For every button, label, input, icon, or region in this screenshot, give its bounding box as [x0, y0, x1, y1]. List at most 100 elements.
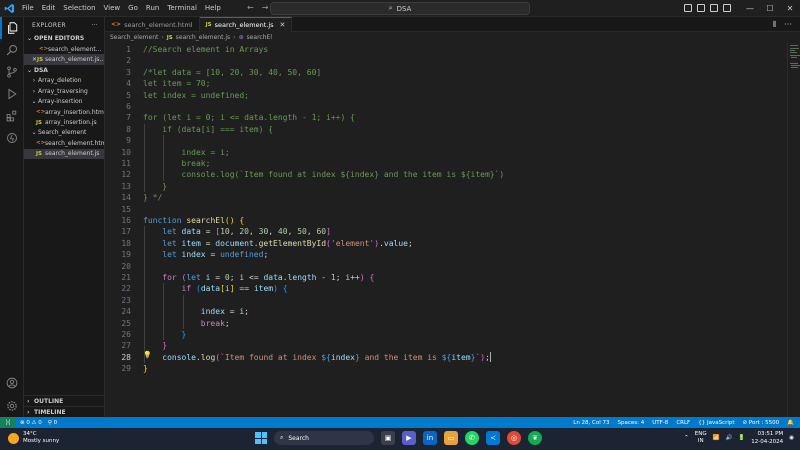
- menu-selection[interactable]: Selection: [59, 0, 99, 17]
- outline-section[interactable]: › OUTLINE: [24, 395, 105, 406]
- language-indicator[interactable]: ENG IN: [695, 431, 707, 445]
- menu-edit[interactable]: Edit: [38, 0, 60, 17]
- chrome-icon[interactable]: ◎: [507, 431, 521, 445]
- back-arrow-icon[interactable]: ←: [247, 3, 254, 12]
- line-number: 25: [121, 318, 131, 328]
- line-ending[interactable]: CRLF: [676, 420, 690, 426]
- tree-folder[interactable]: › Array_traversing: [24, 86, 104, 96]
- whatsapp-icon[interactable]: ✆: [465, 431, 479, 445]
- breadcrumb-file[interactable]: search_element.js: [176, 34, 230, 41]
- language-mode[interactable]: {} JavaScript: [698, 420, 734, 426]
- code-token: document: [215, 238, 254, 248]
- menu-run[interactable]: Run: [142, 0, 163, 17]
- menu-terminal[interactable]: Terminal: [163, 0, 201, 17]
- windows-start-icon[interactable]: [255, 432, 267, 444]
- live-server-port[interactable]: ⊘ Port : 5500: [743, 420, 780, 426]
- toggle-secondary-sidebar-icon[interactable]: [710, 4, 718, 12]
- chevron-up-icon[interactable]: ⌃: [684, 435, 689, 441]
- code-token: 'element': [330, 238, 375, 248]
- tree-file[interactable]: <> search_element.html: [24, 138, 104, 148]
- close-window-icon[interactable]: ✕: [780, 4, 800, 13]
- split-editor-icon[interactable]: ⫴: [773, 20, 776, 30]
- linkedin-icon[interactable]: in: [423, 431, 437, 445]
- tab-search-element-js[interactable]: JS search_element.js ✕: [199, 17, 293, 32]
- battery-icon[interactable]: 🔋: [738, 435, 745, 441]
- more-actions-icon[interactable]: ···: [784, 20, 792, 30]
- close-tab-icon[interactable]: ✕: [280, 21, 286, 29]
- toggle-panel-icon[interactable]: [697, 4, 705, 12]
- task-view-icon[interactable]: ▣: [381, 431, 395, 445]
- chevron-right-icon: ›: [27, 397, 30, 405]
- encoding[interactable]: UTF-8: [652, 420, 668, 426]
- menu-help[interactable]: Help: [201, 0, 225, 17]
- code-line: if (data[i] === item) {: [143, 124, 273, 135]
- project-section[interactable]: ⌄ DSA: [24, 65, 104, 76]
- open-editor-item[interactable]: ✕ JS search_element.js...: [24, 54, 104, 65]
- run-debug-icon[interactable]: [0, 83, 24, 105]
- remote-indicator-icon[interactable]: ⟩⟨: [0, 417, 16, 428]
- code-token: ;: [244, 307, 249, 317]
- code-token: break;: [143, 159, 211, 168]
- toggle-sidebar-icon[interactable]: [684, 4, 692, 12]
- explorer-icon[interactable]: [0, 17, 24, 39]
- breadcrumb-folder[interactable]: Search_element: [110, 34, 158, 41]
- remote-explorer-icon[interactable]: [0, 127, 24, 149]
- open-editor-item[interactable]: <> search_element...: [24, 44, 104, 54]
- code-token: let: [162, 250, 182, 260]
- code-token: and the item is: [359, 352, 442, 362]
- tree-folder[interactable]: ⌄ Search_element: [24, 128, 104, 138]
- clock[interactable]: 03:51 PM 12-04-2024: [751, 430, 783, 446]
- code-line: if (data[i] == item) {: [143, 283, 288, 294]
- teams-icon[interactable]: ▶: [402, 431, 416, 445]
- notification-center-icon[interactable]: ◉: [789, 435, 794, 441]
- volume-icon[interactable]: 🔊: [726, 435, 733, 441]
- vscode-taskbar-icon[interactable]: ≺: [486, 431, 500, 445]
- line-number: 29: [121, 364, 131, 374]
- tree-folder[interactable]: › Array_deletion: [24, 76, 104, 86]
- source-control-icon[interactable]: [0, 61, 24, 83]
- breadcrumb: Search_element › JS search_element.js › …: [105, 32, 800, 43]
- minimize-icon[interactable]: —: [740, 4, 760, 13]
- explorer-sidebar: EXPLORER ··· ⌄ OPEN EDITORS <> search_ele…: [24, 17, 105, 417]
- settings-gear-icon[interactable]: [0, 395, 24, 417]
- tree-file[interactable]: JS search_element.js: [24, 148, 104, 159]
- command-center-search[interactable]: ⌕ DSA: [270, 2, 530, 15]
- code-token: console: [162, 352, 196, 362]
- weather-widget[interactable]: 34°C Mostly sunny: [8, 431, 59, 445]
- file-tree: › Array_deletion › Array_traversing ⌄ Array-i…: [24, 76, 104, 159]
- indentation[interactable]: Spaces: 4: [618, 420, 645, 426]
- menu-view[interactable]: View: [100, 0, 125, 17]
- code-editor[interactable]: 1 2 3 4 5 6 7 8 9 10 11 12 13 14 15 16 17 18 19 20 21 22 23 24 2…: [105, 43, 787, 417]
- ports-indicator[interactable]: ⚲ 0: [48, 420, 57, 426]
- breadcrumb-symbol[interactable]: searchEl: [247, 34, 272, 41]
- tab-search-element-html[interactable]: <> search_element.html: [105, 17, 200, 32]
- search-icon[interactable]: [0, 39, 24, 61]
- menu-go[interactable]: Go: [124, 0, 142, 17]
- tree-file[interactable]: JS array_insertion.js: [24, 117, 104, 127]
- more-actions-icon[interactable]: ···: [91, 22, 98, 29]
- open-editors-section[interactable]: ⌄ OPEN EDITORS: [24, 33, 104, 44]
- tree-file[interactable]: <> array_insertion.html: [24, 107, 104, 117]
- tree-folder[interactable]: ⌄ Array-insertion: [24, 97, 104, 107]
- mongodb-icon[interactable]: ❦: [528, 431, 542, 445]
- maximize-icon[interactable]: ☐: [760, 4, 780, 13]
- code-token: //Search element in Arrays: [143, 45, 269, 54]
- forward-arrow-icon[interactable]: →: [262, 3, 269, 12]
- taskbar-search[interactable]: ⌕ Search: [274, 431, 374, 445]
- cursor-position[interactable]: Ln 28, Col 73: [573, 420, 609, 426]
- timeline-section[interactable]: › TIMELINE: [24, 406, 105, 417]
- lightbulb-icon[interactable]: 💡: [143, 351, 152, 359]
- file-explorer-icon[interactable]: ▭: [444, 431, 458, 445]
- customize-layout-icon[interactable]: [723, 4, 731, 12]
- menu-file[interactable]: File: [18, 0, 38, 17]
- code-line: //Search element in Arrays: [143, 44, 268, 55]
- line-number: 26: [121, 330, 131, 339]
- minimap[interactable]: [787, 43, 800, 417]
- wifi-icon[interactable]: 📶: [713, 435, 720, 441]
- extensions-icon[interactable]: [0, 105, 24, 127]
- account-icon[interactable]: [0, 372, 24, 394]
- notifications-bell-icon[interactable]: 🔔: [787, 420, 794, 426]
- line-number: 10: [121, 147, 131, 157]
- problems-indicator[interactable]: ⊗ 0 ⚠ 0: [20, 420, 42, 426]
